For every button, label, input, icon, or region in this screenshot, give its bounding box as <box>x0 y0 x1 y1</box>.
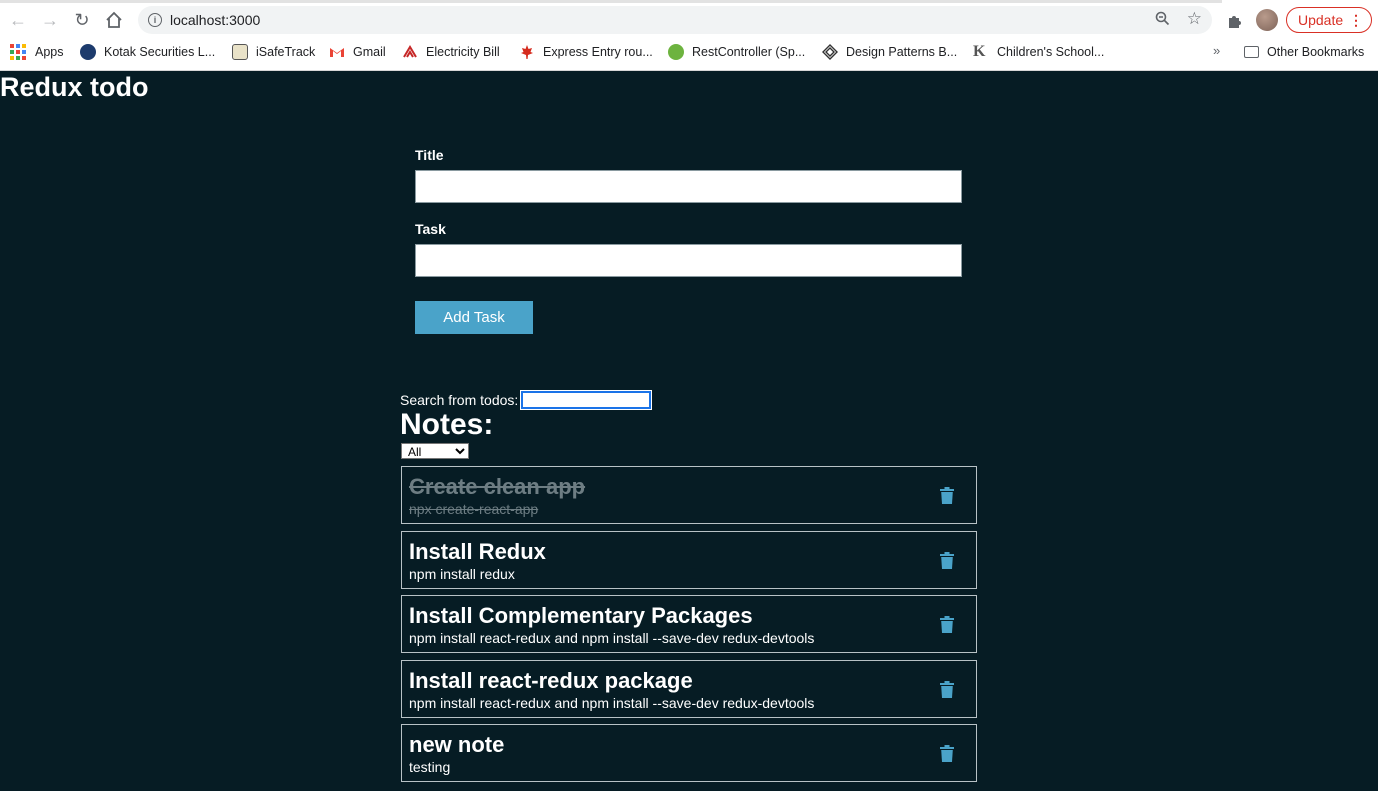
forward-arrow-icon[interactable]: → <box>38 8 62 32</box>
note-task: npm install react-redux and npm install … <box>409 695 815 711</box>
bookmark-label: Design Patterns B... <box>846 45 958 59</box>
gmail-icon <box>329 44 345 60</box>
notes-heading: Notes: <box>400 408 494 441</box>
bookmarks-bar: Apps Kotak Securities L... iSafeTrack Gm… <box>0 40 1378 64</box>
browser-toolbar: ← → ↻ i localhost:3000 ☆ Update ⋮ <box>0 4 1378 36</box>
bookmark-label: Express Entry rou... <box>543 45 653 59</box>
isafetrack-icon <box>232 44 248 60</box>
bookmark-design-patterns[interactable]: Design Patterns B... <box>822 43 957 61</box>
home-icon[interactable] <box>102 8 126 32</box>
k-logo-icon: K <box>973 43 986 60</box>
address-url[interactable]: localhost:3000 <box>170 12 260 28</box>
site-info-icon[interactable]: i <box>148 13 162 27</box>
title-label: Title <box>415 147 444 163</box>
bookmark-restcontroller[interactable]: RestController (Sp... <box>668 43 805 61</box>
loading-bar <box>0 0 1222 3</box>
note-card[interactable]: Install react-redux package npm install r… <box>401 660 977 718</box>
bookmark-label: Children's School... <box>997 45 1105 59</box>
bookmark-childrens-school[interactable]: K Children's School... <box>973 43 1104 61</box>
other-bookmarks[interactable]: Other Bookmarks <box>1244 43 1364 61</box>
note-task: testing <box>409 759 451 775</box>
apps-grid-icon <box>10 44 26 60</box>
trash-icon[interactable] <box>940 616 954 633</box>
todo-form: Title Task <box>415 146 962 277</box>
bookmark-label: Electricity Bill <box>426 45 500 59</box>
bookmark-label: iSafeTrack <box>256 45 316 59</box>
update-button-label: Update <box>1298 12 1344 28</box>
bookmark-apps[interactable]: Apps <box>10 43 64 61</box>
bookmark-label: Gmail <box>353 45 386 59</box>
design-patterns-icon <box>822 44 838 60</box>
task-input[interactable] <box>415 244 962 277</box>
trash-icon[interactable] <box>940 552 954 569</box>
bookmark-label: RestController (Sp... <box>692 45 806 59</box>
search-input[interactable] <box>520 390 653 410</box>
add-task-button[interactable]: Add Task <box>415 301 533 334</box>
folder-icon <box>1244 46 1259 58</box>
note-card[interactable]: Install Redux npm install redux <box>401 531 977 589</box>
note-card[interactable]: Create clean app npx create-react-app <box>401 466 977 524</box>
search-label: Search from todos: <box>400 392 519 408</box>
browser-chrome: ← → ↻ i localhost:3000 ☆ Update ⋮ Apps K… <box>0 0 1378 71</box>
note-card[interactable]: Install Complementary Packages npm instal… <box>401 595 977 653</box>
bookmark-star-icon[interactable]: ☆ <box>1187 9 1202 29</box>
note-task: npm install redux <box>409 566 515 582</box>
note-task: npm install react-redux and npm install … <box>409 630 815 646</box>
bookmark-label: Kotak Securities L... <box>104 45 216 59</box>
note-title: Install Complementary Packages <box>409 603 753 628</box>
zoom-icon[interactable] <box>1155 11 1170 30</box>
bookmark-isafetrack[interactable]: iSafeTrack <box>232 43 315 61</box>
reload-icon[interactable]: ↻ <box>70 8 94 32</box>
note-title: Install react-redux package <box>409 668 693 693</box>
bookmark-label: Apps <box>35 45 64 59</box>
bookmarks-overflow-chevron-icon[interactable]: » <box>1213 43 1220 58</box>
menu-dots-icon: ⋮ <box>1349 12 1363 28</box>
note-task: npx create-react-app <box>409 501 539 517</box>
trash-icon[interactable] <box>940 745 954 762</box>
app-title: Redux todo <box>0 72 149 102</box>
back-arrow-icon[interactable]: ← <box>6 8 30 32</box>
title-input[interactable] <box>415 170 962 203</box>
extensions-puzzle-icon[interactable] <box>1226 13 1243 35</box>
profile-avatar[interactable] <box>1256 9 1278 31</box>
filter-select[interactable]: All <box>401 443 469 459</box>
electricity-icon <box>402 44 418 60</box>
bookmark-express-entry[interactable]: Express Entry rou... <box>519 43 653 61</box>
note-card[interactable]: new note testing <box>401 724 977 782</box>
bookmark-gmail[interactable]: Gmail <box>329 43 386 61</box>
spring-icon <box>668 44 684 60</box>
trash-icon[interactable] <box>940 487 954 504</box>
trash-icon[interactable] <box>940 681 954 698</box>
other-bookmarks-label: Other Bookmarks <box>1267 45 1365 59</box>
note-title: new note <box>409 732 505 757</box>
maple-leaf-icon <box>519 44 535 60</box>
update-button[interactable]: Update ⋮ <box>1286 7 1372 33</box>
address-bar[interactable]: i localhost:3000 ☆ <box>138 6 1212 34</box>
note-title: Create clean app <box>409 474 586 499</box>
kotak-icon <box>80 44 96 60</box>
bookmark-kotak[interactable]: Kotak Securities L... <box>80 43 215 61</box>
note-title: Install Redux <box>409 539 546 564</box>
bookmark-electricity-bill[interactable]: Electricity Bill <box>402 43 500 61</box>
task-label: Task <box>415 221 446 237</box>
